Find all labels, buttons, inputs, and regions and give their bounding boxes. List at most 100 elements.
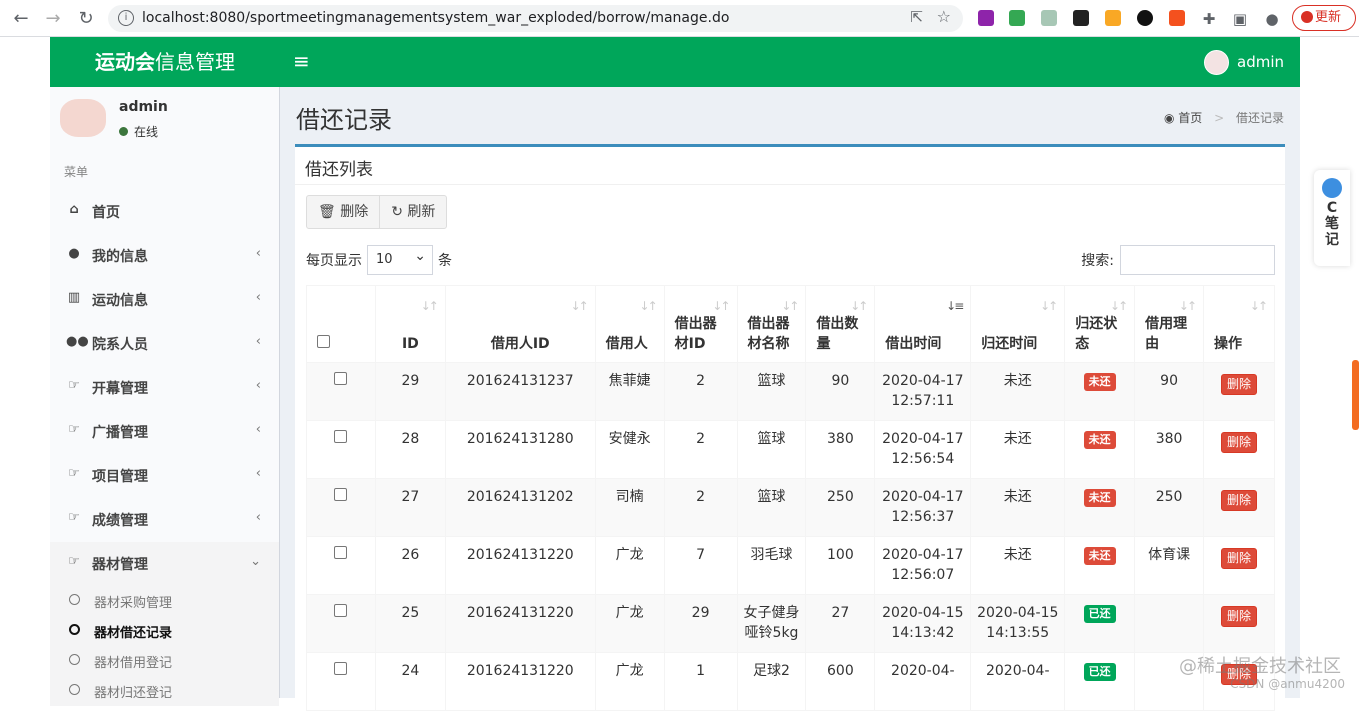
puzzle-extensions-icon[interactable]: ✚	[1198, 8, 1220, 30]
borrow-table: ID↓↑借用人ID↓↑借用人↓↑借出器材ID↓↑借出器材名称↓↑借出数量↓↑借出…	[306, 285, 1275, 711]
column-header-label: 借出器材ID	[675, 316, 717, 352]
sidebar-subitem-1[interactable]: 器材借还记录	[50, 616, 279, 646]
row-checkbox[interactable]	[334, 546, 347, 559]
note-widget[interactable]: C笔记	[1314, 170, 1350, 266]
reload-icon[interactable]: ↻	[75, 8, 97, 30]
sidebar-item-3[interactable]: ●●院系人员‹	[50, 322, 279, 366]
cell-id: 27	[375, 479, 445, 537]
extension-vip-icon[interactable]	[1105, 10, 1121, 26]
extension-chat-icon[interactable]	[1009, 10, 1025, 26]
column-header	[307, 286, 376, 363]
row-checkbox[interactable]	[334, 662, 347, 675]
column-header-label: 借用理由	[1145, 316, 1187, 352]
row-delete-button[interactable]: 删除	[1221, 432, 1257, 453]
sidebar-item-8[interactable]: ☞器材管理⌄	[50, 542, 279, 586]
status-badge: 未还	[1084, 489, 1116, 507]
column-header[interactable]: 借出时间↓≡	[875, 286, 971, 363]
update-button[interactable]: 更新	[1292, 5, 1356, 31]
column-header[interactable]: 借用人↓↑	[595, 286, 664, 363]
sidebar-item-5[interactable]: ☞广播管理‹	[50, 410, 279, 454]
sort-icon: ↓↑	[850, 296, 866, 316]
extension-rp-icon[interactable]	[978, 10, 994, 26]
cell-actions: 删除	[1204, 537, 1275, 595]
sidebar-subitem-label: 器材归还登记	[94, 682, 172, 701]
status-badge: 未还	[1084, 431, 1116, 449]
sidebar-item-1[interactable]: ●我的信息‹	[50, 234, 279, 278]
share-icon[interactable]: ⇱	[910, 8, 923, 26]
row-checkbox[interactable]	[334, 488, 347, 501]
breadcrumb: ◉ 首页 > 借还记录	[1164, 109, 1284, 126]
row-checkbox[interactable]	[334, 430, 347, 443]
sidebar-avatar	[60, 99, 106, 137]
sidebar-subitem-2[interactable]: 器材借用登记	[50, 646, 279, 676]
hand-point-icon: ☞	[66, 554, 82, 569]
search-control: 搜索:	[1081, 245, 1275, 275]
sidebar-toggle-icon[interactable]: ≡	[293, 49, 310, 73]
circle-icon	[69, 624, 80, 635]
browser-toolbar: ← → ↻ i localhost:8080/sportmeetingmanag…	[0, 0, 1359, 37]
breadcrumb-home[interactable]: 首页	[1178, 111, 1202, 125]
sidebar-item-2[interactable]: ▥运动信息‹	[50, 278, 279, 322]
extension-c-icon[interactable]	[1169, 10, 1185, 26]
search-label: 搜索:	[1081, 250, 1114, 270]
refresh-button[interactable]: ↻ 刷新	[379, 196, 446, 228]
table-row: 25201624131220广龙29女子健身哑铃5kg272020-04-15 …	[307, 595, 1275, 653]
column-header[interactable]: 借出数量↓↑	[806, 286, 875, 363]
sidepanel-icon[interactable]: ▣	[1229, 8, 1251, 30]
sidebar-item-7[interactable]: ☞成绩管理‹	[50, 498, 279, 542]
cell-out: 2020-04-17 12:56:07	[875, 537, 971, 595]
extension-infinity-icon[interactable]	[1137, 10, 1153, 26]
column-header[interactable]: 借出器材名称↓↑	[737, 286, 806, 363]
cell-eid: 1	[664, 653, 737, 711]
table-row: 28201624131280安健永2篮球3802020-04-17 12:56:…	[307, 421, 1275, 479]
sidebar-item-6[interactable]: ☞项目管理‹	[50, 454, 279, 498]
user-menu[interactable]: admin	[1204, 49, 1284, 75]
box-title: 借还列表	[305, 155, 373, 180]
column-header-label: 借出器材名称	[748, 316, 790, 352]
column-header[interactable]: 归还时间↓↑	[971, 286, 1065, 363]
sidebar-item-4[interactable]: ☞开幕管理‹	[50, 366, 279, 410]
back-arrow-icon[interactable]: ←	[10, 8, 32, 30]
sidebar-subitem-0[interactable]: 器材采购管理	[50, 586, 279, 616]
scrollbar-thumb[interactable]	[1352, 360, 1359, 430]
row-checkbox[interactable]	[334, 372, 347, 385]
cell-actions: 删除	[1204, 595, 1275, 653]
row-delete-button[interactable]: 删除	[1221, 548, 1257, 569]
delete-button[interactable]: 🗑 删除	[307, 196, 379, 228]
sidebar-item-0[interactable]: ⌂首页	[50, 190, 279, 234]
sidebar-subitem-3[interactable]: 器材归还登记	[50, 676, 279, 706]
row-checkbox-cell	[307, 595, 376, 653]
cell-status: 已还	[1065, 653, 1135, 711]
search-input[interactable]	[1120, 245, 1275, 275]
bar-chart-icon: ▥	[66, 290, 82, 305]
cell-name: 广龙	[595, 653, 664, 711]
column-header[interactable]: 操作↓↑	[1204, 286, 1275, 363]
profile-icon[interactable]: ●	[1261, 8, 1283, 30]
select-all-checkbox[interactable]	[317, 335, 330, 348]
column-header[interactable]: ID↓↑	[375, 286, 445, 363]
column-header[interactable]: 借用人ID↓↑	[445, 286, 595, 363]
row-delete-button[interactable]: 删除	[1221, 490, 1257, 511]
address-bar[interactable]: i localhost:8080/sportmeetingmanagements…	[108, 5, 963, 32]
bookmark-star-icon[interactable]: ☆	[937, 7, 951, 26]
forward-arrow-icon[interactable]: →	[42, 8, 64, 30]
row-checkbox-cell	[307, 653, 376, 711]
sidebar-item-label: 成绩管理	[92, 510, 148, 530]
chevron-icon: ‹	[256, 378, 261, 393]
extension-tampermonkey-icon[interactable]	[1073, 10, 1089, 26]
column-header-label: 归还时间	[981, 336, 1037, 352]
row-delete-button[interactable]: 删除	[1221, 606, 1257, 627]
page-length-select[interactable]: 10	[367, 245, 433, 275]
row-delete-button[interactable]: 删除	[1221, 374, 1257, 395]
row-checkbox[interactable]	[334, 604, 347, 617]
app-logo[interactable]: 运动会信息管理	[50, 37, 280, 87]
cell-actions: 删除	[1204, 363, 1275, 421]
column-header[interactable]: 借出器材ID↓↑	[664, 286, 737, 363]
site-info-icon[interactable]: i	[118, 10, 134, 26]
column-header[interactable]: 归还状态↓↑	[1065, 286, 1135, 363]
column-header[interactable]: 借用理由↓↑	[1135, 286, 1204, 363]
cell-ename: 篮球	[737, 421, 806, 479]
chevron-icon: ⌄	[250, 554, 261, 569]
cell-uid: 201624131237	[445, 363, 595, 421]
extension-image-icon[interactable]	[1041, 10, 1057, 26]
